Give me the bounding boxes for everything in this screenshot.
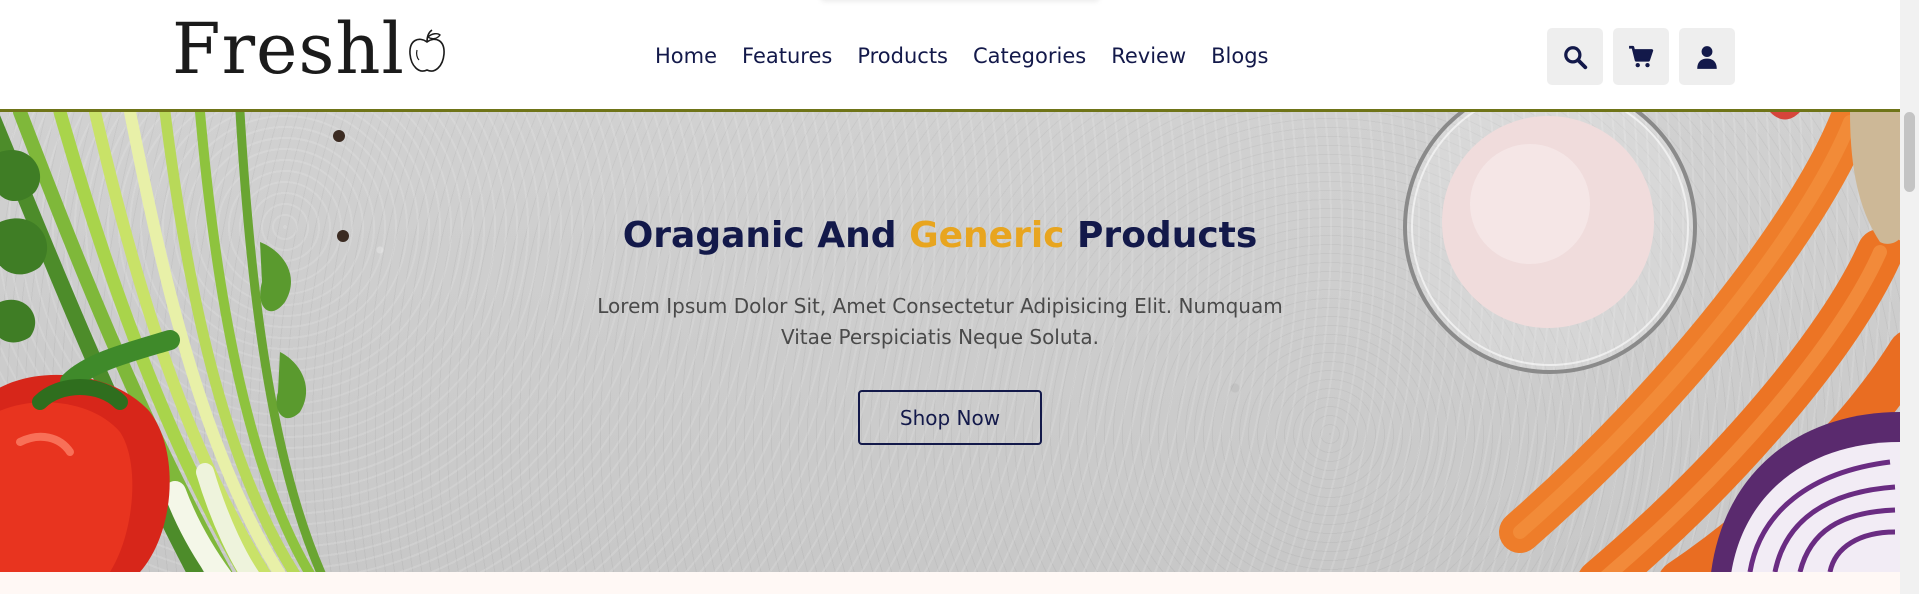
hero-title-part1: Oraganic And (622, 215, 910, 256)
hero-content: Oraganic And Generic Products Lorem Ipsu… (0, 112, 1900, 572)
nav-products[interactable]: Products (857, 38, 948, 74)
site-header: Freshl Home Features Products Categories… (0, 0, 1900, 112)
scrollbar-thumb[interactable] (1904, 112, 1915, 192)
nav-features[interactable]: Features (742, 38, 832, 74)
header-icons (1547, 28, 1735, 85)
apple-icon (409, 29, 445, 72)
user-icon (1697, 45, 1717, 69)
top-shadow-pill (820, 0, 1100, 2)
nav-home[interactable]: Home (655, 38, 717, 74)
hero-banner: Oraganic And Generic Products Lorem Ipsu… (0, 112, 1900, 572)
search-icon (1564, 45, 1588, 69)
hero-title-part2: Products (1064, 215, 1258, 256)
hero-subtitle: Lorem Ipsum Dolor Sit, Amet Consectetur … (597, 294, 1283, 349)
main-nav: Home Features Products Categories Review… (655, 38, 1294, 74)
search-button[interactable] (1547, 28, 1603, 85)
nav-blogs[interactable]: Blogs (1211, 38, 1268, 74)
shop-now-button[interactable]: Shop Now (858, 390, 1042, 445)
cart-icon (1629, 45, 1654, 67)
logo[interactable]: Freshl (172, 14, 447, 84)
user-button[interactable] (1679, 28, 1735, 85)
hero-title-accent: Generic (909, 215, 1065, 256)
nav-review[interactable]: Review (1111, 38, 1186, 74)
nav-categories[interactable]: Categories (973, 38, 1086, 74)
hero-title: Oraganic And Generic Products (0, 215, 1880, 256)
cart-button[interactable] (1613, 28, 1669, 85)
page-scrollbar[interactable] (1900, 0, 1919, 594)
logo-text: Freshl (172, 8, 405, 90)
next-section-edge (0, 572, 1900, 594)
